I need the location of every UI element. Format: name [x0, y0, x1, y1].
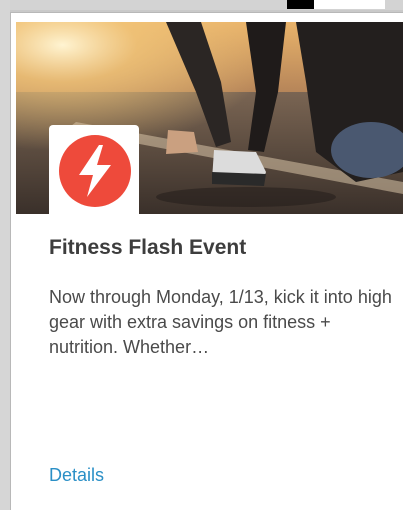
brand-badge: [49, 125, 139, 215]
details-link[interactable]: Details: [49, 465, 104, 486]
card-title: Fitness Flash Event: [49, 236, 247, 259]
left-frame: [0, 0, 10, 510]
page: Fitness Flash Event Now through Monday, …: [0, 0, 403, 510]
background-block-light: [314, 0, 385, 9]
card-description: Now through Monday, 1/13, kick it into h…: [49, 287, 392, 357]
lightning-bolt-icon: [79, 145, 111, 197]
background-block-dark: [287, 0, 314, 9]
badge-circle: [59, 135, 131, 207]
